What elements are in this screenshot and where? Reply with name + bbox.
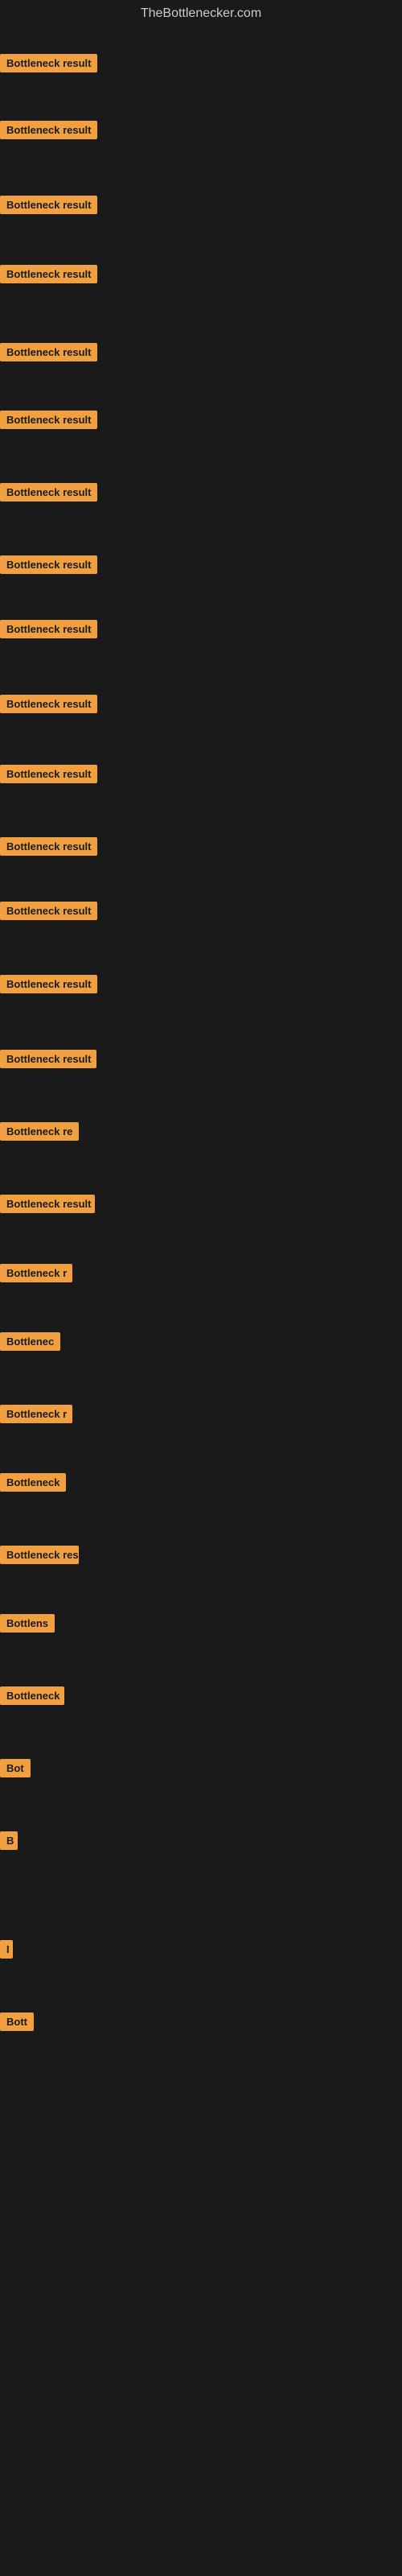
bottleneck-badge: Bottleneck result — [0, 265, 97, 283]
bottleneck-badge: Bottleneck result — [0, 483, 97, 502]
bottleneck-result-item[interactable]: Bottleneck r — [0, 1405, 72, 1427]
bottleneck-result-item[interactable]: Bottleneck — [0, 1473, 66, 1496]
bottleneck-badge: Bottleneck r — [0, 1264, 72, 1282]
bottleneck-badge: Bottleneck result — [0, 54, 97, 72]
bottleneck-badge: Bottleneck result — [0, 620, 97, 638]
bottleneck-result-item[interactable]: I — [0, 1940, 13, 1963]
bottleneck-result-item[interactable]: B — [0, 1831, 18, 1854]
bottleneck-result-item[interactable]: Bottleneck result — [0, 265, 97, 287]
bottleneck-result-item[interactable]: Bottleneck result — [0, 1050, 96, 1072]
bottleneck-result-item[interactable]: Bottleneck result — [0, 695, 97, 717]
bottleneck-badge: Bottleneck re — [0, 1122, 79, 1141]
bottleneck-result-item[interactable]: Bottleneck result — [0, 54, 97, 76]
bottleneck-result-item[interactable]: Bottleneck result — [0, 196, 97, 218]
bottleneck-result-item[interactable]: Bot — [0, 1759, 31, 1781]
bottleneck-result-item[interactable]: Bottleneck — [0, 1686, 64, 1709]
bottleneck-result-item[interactable]: Bottleneck result — [0, 765, 97, 787]
bottleneck-result-item[interactable]: Bottleneck result — [0, 343, 97, 365]
bottleneck-badge: Bottleneck result — [0, 1050, 96, 1068]
bottleneck-badge: Bottlens — [0, 1614, 55, 1633]
bottleneck-badge: Bottleneck result — [0, 975, 97, 993]
bottleneck-result-item[interactable]: Bottleneck result — [0, 121, 97, 143]
bottleneck-badge: Bottleneck result — [0, 1195, 95, 1213]
bottleneck-result-item[interactable]: Bottleneck result — [0, 837, 97, 860]
bottleneck-badge: Bot — [0, 1759, 31, 1777]
bottleneck-badge: Bottleneck result — [0, 121, 97, 139]
bottleneck-badge: Bottleneck res — [0, 1546, 79, 1564]
bottleneck-badge: Bottleneck result — [0, 555, 97, 574]
bottleneck-badge: Bottleneck result — [0, 902, 97, 920]
bottleneck-result-item[interactable]: Bottleneck res — [0, 1546, 79, 1568]
bottleneck-result-item[interactable]: Bottleneck r — [0, 1264, 72, 1286]
bottleneck-result-item[interactable]: Bott — [0, 2013, 34, 2035]
bottleneck-badge: Bottleneck — [0, 1686, 64, 1705]
bottleneck-result-item[interactable]: Bottlenec — [0, 1332, 60, 1355]
bottleneck-badge: Bottleneck result — [0, 196, 97, 214]
bottleneck-badge: Bottleneck result — [0, 837, 97, 856]
site-title: TheBottlenecker.com — [0, 0, 402, 24]
bottleneck-badge: Bottlenec — [0, 1332, 60, 1351]
bottleneck-badge: Bott — [0, 2013, 34, 2031]
bottleneck-badge: Bottleneck r — [0, 1405, 72, 1423]
bottleneck-result-item[interactable]: Bottleneck result — [0, 902, 97, 924]
bottleneck-result-item[interactable]: Bottleneck result — [0, 411, 97, 433]
bottleneck-result-item[interactable]: Bottleneck re — [0, 1122, 79, 1145]
bottleneck-badge: I — [0, 1940, 13, 1959]
bottleneck-result-item[interactable]: Bottleneck result — [0, 620, 97, 642]
bottleneck-badge: Bottleneck — [0, 1473, 66, 1492]
bottleneck-result-item[interactable]: Bottleneck result — [0, 975, 97, 997]
bottleneck-result-item[interactable]: Bottleneck result — [0, 1195, 95, 1217]
bottleneck-result-item[interactable]: Bottlens — [0, 1614, 55, 1637]
bottleneck-badge: B — [0, 1831, 18, 1850]
bottleneck-badge: Bottleneck result — [0, 695, 97, 713]
bottleneck-result-item[interactable]: Bottleneck result — [0, 555, 97, 578]
bottleneck-result-item[interactable]: Bottleneck result — [0, 483, 97, 506]
bottleneck-badge: Bottleneck result — [0, 411, 97, 429]
bottleneck-badge: Bottleneck result — [0, 343, 97, 361]
bottleneck-badge: Bottleneck result — [0, 765, 97, 783]
